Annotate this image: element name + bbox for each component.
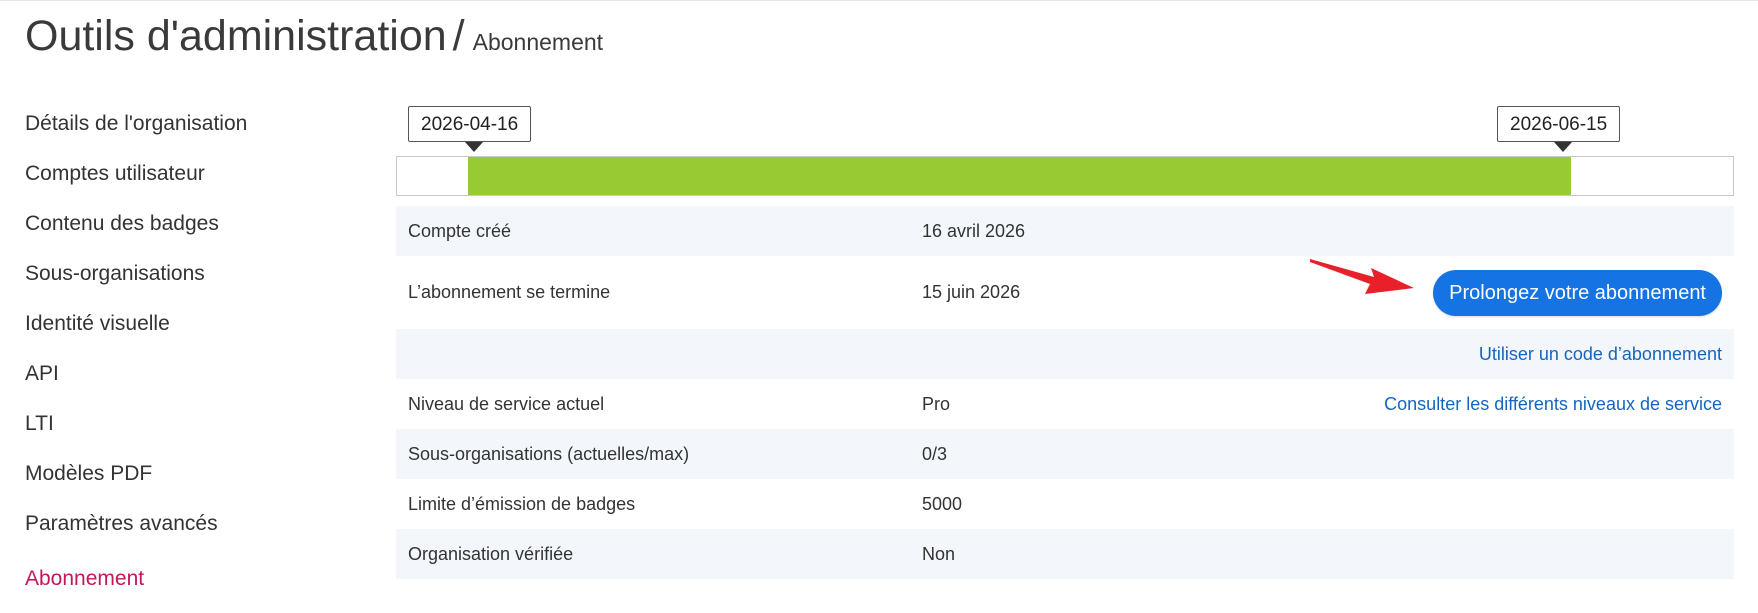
account-created-value: 16 avril 2026 bbox=[922, 221, 1026, 241]
subscription-code-cell: Utiliser un code d’abonnement bbox=[1479, 329, 1722, 379]
service-level-value: Pro bbox=[922, 394, 951, 414]
end-pointer-icon bbox=[1554, 142, 1572, 152]
sidebar-item-advanced-settings[interactable]: Paramètres avancés bbox=[25, 503, 247, 553]
account-created-label: Compte créé bbox=[408, 221, 512, 241]
table-row-subscription-ends: L’abonnement se termine 15 juin 2026 Pro… bbox=[396, 256, 1734, 329]
service-level-label: Niveau de service actuel bbox=[408, 394, 605, 414]
sidebar-item-visual-identity[interactable]: Identité visuelle bbox=[25, 303, 247, 353]
start-pointer-icon bbox=[465, 142, 483, 152]
timeline-start-date: 2026-04-16 bbox=[421, 114, 519, 135]
service-level-link-cell: Consulter les différents niveaux de serv… bbox=[1384, 379, 1722, 429]
table-row-verified-organization: Organisation vérifiée Non bbox=[396, 529, 1734, 579]
sidebar-item-badge-content[interactable]: Contenu des badges bbox=[25, 203, 247, 253]
table-row-subscription-code: Utiliser un code d’abonnement bbox=[396, 329, 1734, 379]
sub-organizations-value: 0/3 bbox=[922, 444, 948, 464]
table-row-service-level: Niveau de service actuel Pro Consulter l… bbox=[396, 379, 1734, 429]
breadcrumb-separator: / bbox=[452, 12, 465, 60]
subscription-info-table: Compte créé 16 avril 2026 L’abonnement s… bbox=[396, 206, 1734, 579]
sidebar-item-pdf-templates[interactable]: Modèles PDF bbox=[25, 453, 247, 503]
verified-organization-label: Organisation vérifiée bbox=[408, 544, 574, 564]
subscription-ends-value: 15 juin 2026 bbox=[922, 282, 1021, 302]
red-arrow-icon bbox=[1310, 259, 1414, 294]
sidebar-item-organization-details[interactable]: Détails de l'organisation bbox=[25, 103, 247, 153]
extend-action-cell: Prolongez votre abonnement bbox=[1433, 270, 1722, 316]
top-divider bbox=[0, 0, 1758, 1]
sidebar-item-lti[interactable]: LTI bbox=[25, 403, 247, 453]
use-subscription-code-link[interactable]: Utiliser un code d’abonnement bbox=[1479, 344, 1722, 364]
extend-subscription-button[interactable]: Prolongez votre abonnement bbox=[1433, 270, 1722, 316]
subscription-period-bar bbox=[468, 157, 1571, 195]
sidebar-nav: Détails de l'organisation Comptes utilis… bbox=[25, 103, 247, 603]
sidebar-item-subscription[interactable]: Abonnement bbox=[25, 553, 247, 603]
page-title: Outils d'administration bbox=[25, 12, 447, 60]
timeline-start-label: 2026-04-16 bbox=[408, 106, 532, 152]
sub-organizations-label: Sous-organisations (actuelles/max) bbox=[408, 444, 690, 464]
verified-organization-value: Non bbox=[922, 544, 956, 564]
timeline-end-label: 2026-06-15 bbox=[1497, 106, 1621, 152]
sidebar-item-user-accounts[interactable]: Comptes utilisateur bbox=[25, 153, 247, 203]
view-service-levels-link[interactable]: Consulter les différents niveaux de serv… bbox=[1384, 394, 1722, 414]
table-row-badge-limit: Limite d’émission de badges 5000 bbox=[396, 479, 1734, 529]
breadcrumb-current: Abonnement bbox=[472, 29, 604, 55]
page-header: Outils d'administration / Abonnement bbox=[25, 12, 603, 61]
timeline-end-date: 2026-06-15 bbox=[1510, 114, 1608, 135]
sidebar-item-api[interactable]: API bbox=[25, 353, 247, 403]
badge-limit-value: 5000 bbox=[922, 494, 963, 514]
subscription-timeline: 2026-04-16 2026-06-15 bbox=[396, 106, 1734, 198]
sidebar-item-sub-organizations[interactable]: Sous-organisations bbox=[25, 253, 247, 303]
timeline-track bbox=[396, 156, 1734, 196]
subscription-ends-label: L’abonnement se termine bbox=[408, 282, 611, 302]
table-row-account-created: Compte créé 16 avril 2026 bbox=[396, 206, 1734, 256]
table-row-sub-organizations: Sous-organisations (actuelles/max) 0/3 bbox=[396, 429, 1734, 479]
badge-limit-label: Limite d’émission de badges bbox=[408, 494, 636, 514]
